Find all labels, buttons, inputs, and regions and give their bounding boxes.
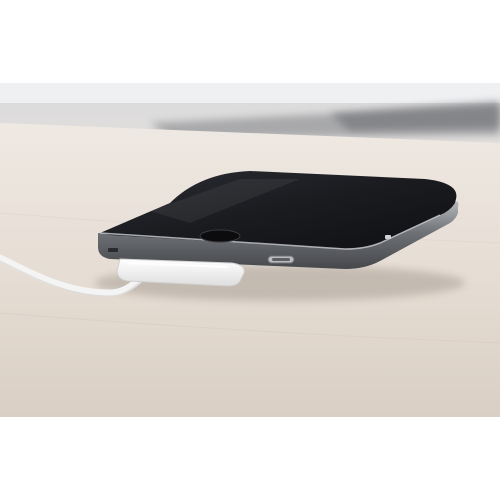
speaker-grille <box>108 248 118 252</box>
side-screw <box>385 235 391 239</box>
home-button <box>199 229 241 243</box>
port-grille-inner <box>272 258 290 261</box>
photo-canvas <box>0 83 500 417</box>
background-highlight <box>0 83 500 103</box>
phone-charging-photo <box>0 83 500 417</box>
